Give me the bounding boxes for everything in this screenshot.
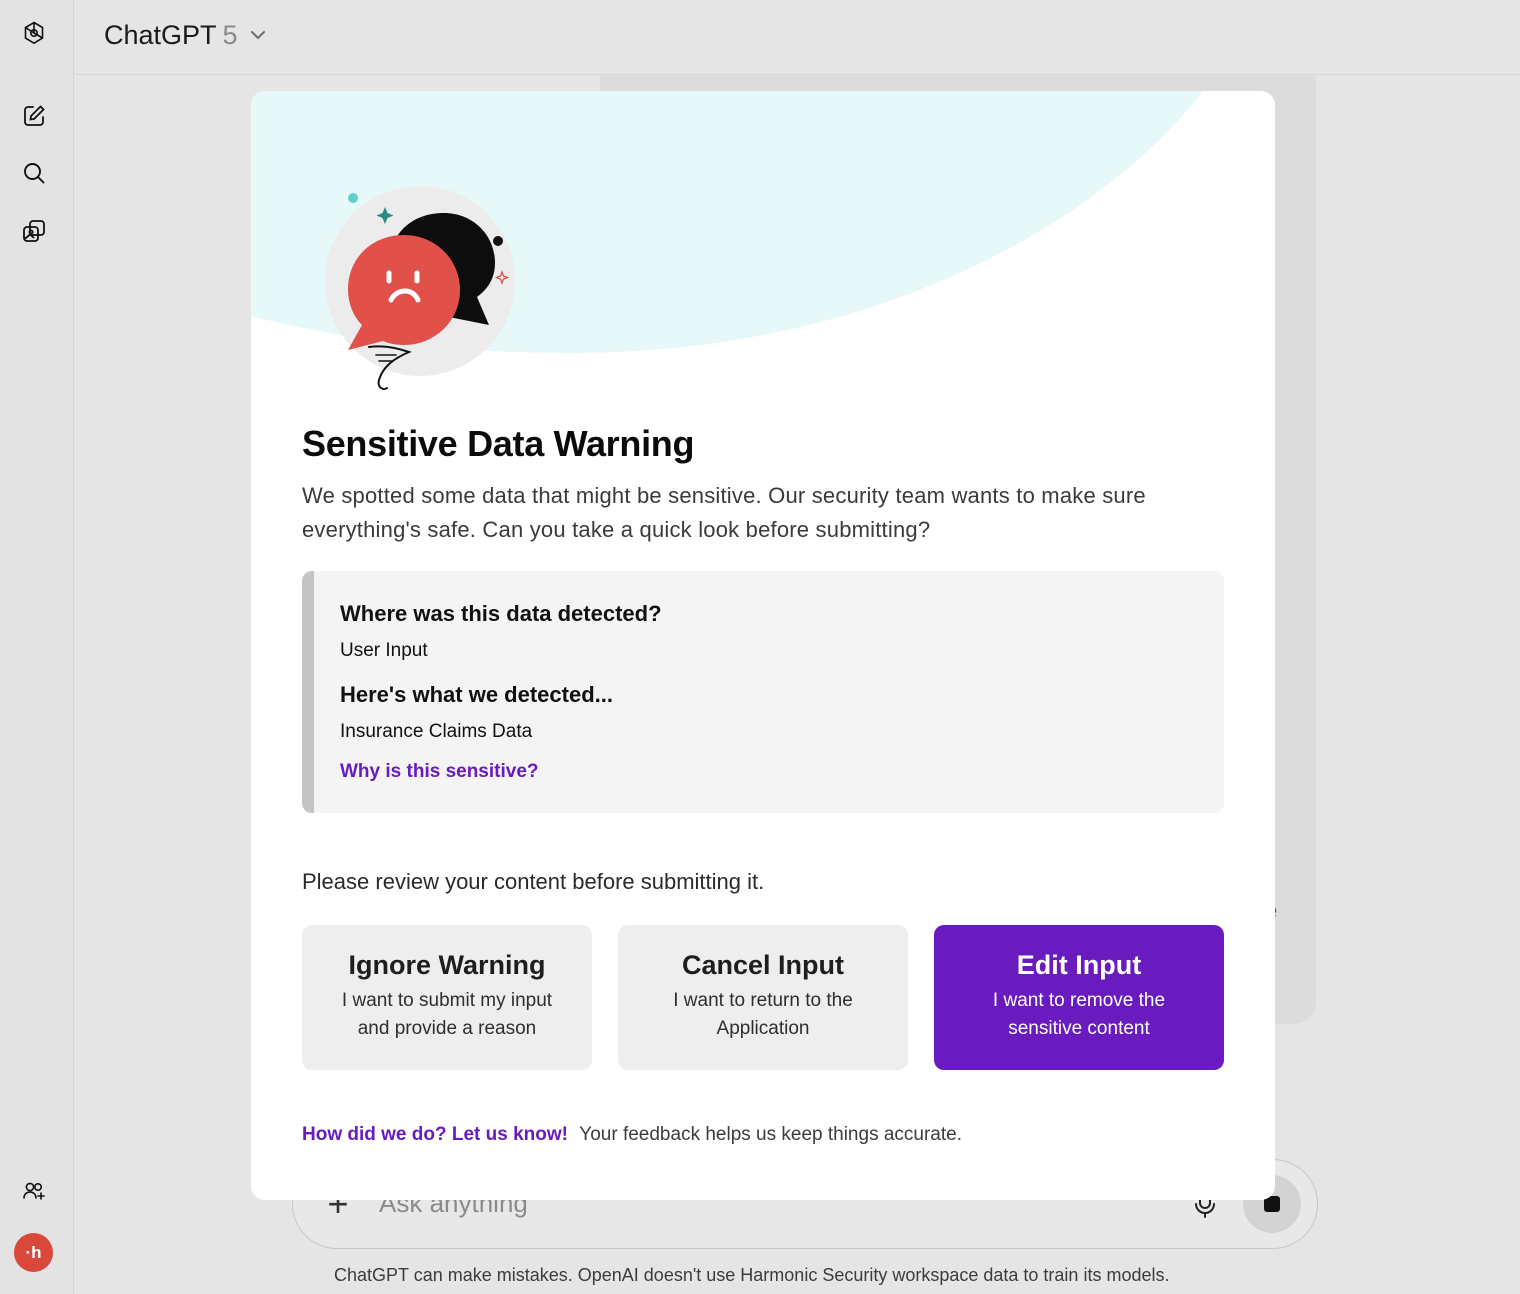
why-sensitive-link[interactable]: Why is this sensitive? <box>340 761 539 783</box>
top-header: ChatGPT 5 <box>75 0 1520 75</box>
action-subtitle: I want to submit my input and provide a … <box>341 990 553 1039</box>
avatar[interactable]: ·h <box>14 1233 53 1272</box>
edit-input-button[interactable]: Edit Input I want to remove the sensitiv… <box>934 925 1224 1070</box>
model-version: 5 <box>222 19 238 50</box>
feedback-link[interactable]: How did we do? Let us know! <box>302 1124 568 1145</box>
modal-title: Sensitive Data Warning <box>302 423 695 464</box>
openai-logo-icon[interactable] <box>17 16 51 50</box>
feedback-text: Your feedback helps us keep things accur… <box>579 1124 962 1145</box>
where-detected-heading: Where was this data detected? <box>340 601 662 626</box>
sidebar: ·h <box>0 0 74 1294</box>
modal-description: We spotted some data that might be sensi… <box>302 483 1146 542</box>
what-detected-value: Insurance Claims Data <box>340 721 533 742</box>
chevron-down-icon <box>250 31 265 39</box>
review-prompt: Please review your content before submit… <box>302 869 765 894</box>
action-subtitle: I want to remove the sensitive content <box>992 990 1166 1039</box>
search-icon[interactable] <box>17 156 51 190</box>
sad-chat-bubble-illustration <box>325 186 515 390</box>
model-name: ChatGPT <box>104 19 217 50</box>
action-subtitle: I want to return to the Application <box>673 990 853 1039</box>
detection-details-box: Where was this data detected? User Input… <box>302 571 1224 813</box>
action-title: Ignore Warning <box>348 950 546 980</box>
disclaimer-text: ChatGPT can make mistakes. OpenAI doesn'… <box>334 1265 1170 1285</box>
feedback-row: How did we do? Let us know! Your feedbac… <box>302 1124 962 1146</box>
where-detected-value: User Input <box>340 640 428 661</box>
what-detected-heading: Here's what we detected... <box>340 682 613 707</box>
model-picker[interactable]: ChatGPT 5 <box>104 16 268 54</box>
ignore-warning-button[interactable]: Ignore Warning I want to submit my input… <box>302 925 592 1070</box>
cancel-input-button[interactable]: Cancel Input I want to return to the App… <box>618 925 908 1070</box>
action-title: Cancel Input <box>681 950 844 980</box>
action-title: Edit Input <box>1016 950 1142 980</box>
library-icon[interactable] <box>17 214 51 248</box>
invite-members-icon[interactable] <box>17 1174 51 1208</box>
sensitive-data-modal: Sensitive Data Warning We spotted some d… <box>251 91 1275 1200</box>
new-chat-icon[interactable] <box>17 99 51 133</box>
